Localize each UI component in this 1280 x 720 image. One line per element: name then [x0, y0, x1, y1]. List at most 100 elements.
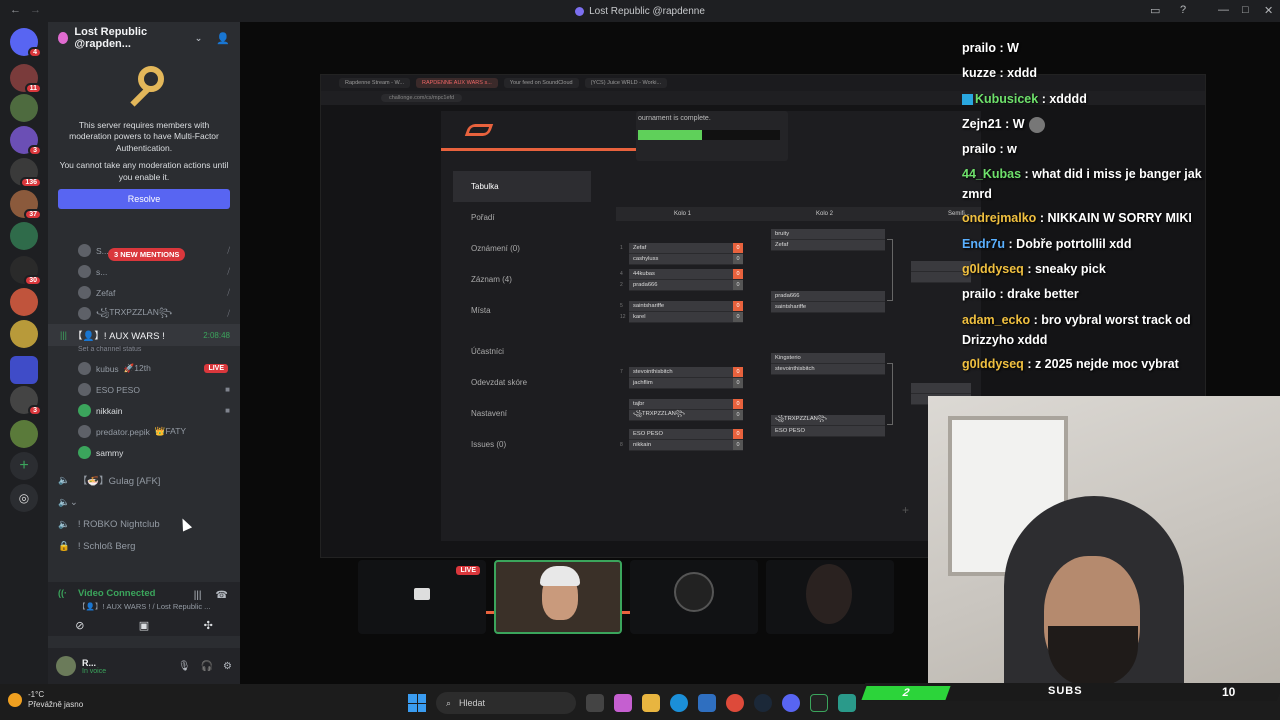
participant-tile[interactable]	[494, 560, 622, 634]
voice-member[interactable]: s... ⧸	[48, 261, 240, 282]
participant-face	[806, 564, 852, 624]
folder-icon[interactable]	[10, 356, 38, 384]
file-explorer-icon[interactable]	[642, 694, 660, 712]
bracket-player: Zefaf	[771, 240, 885, 251]
live-badge: LIVE	[204, 364, 228, 373]
bracket-match: ESO PESO 0 8 nikkain 0	[620, 429, 743, 451]
camera-off-icon[interactable]: ⊘	[75, 619, 84, 632]
close-icon[interactable]: ✕	[1264, 4, 1273, 17]
noise-suppression-icon[interactable]: |||	[194, 590, 202, 601]
windows-start-icon[interactable]	[408, 694, 426, 712]
voice-channel[interactable]: 🔈 【🍜】Gulag [AFK]	[48, 469, 240, 491]
discover-icon[interactable]: ◎	[10, 484, 38, 512]
participant-tile[interactable]	[766, 560, 894, 634]
help-icon[interactable]: ?	[1180, 4, 1186, 16]
gear-icon[interactable]: ⚙	[223, 661, 232, 672]
server-icon	[575, 6, 585, 16]
voice-channel[interactable]: 🔈⌄	[48, 491, 240, 513]
resolve-button[interactable]: Resolve	[58, 189, 230, 210]
forward-arrow-icon[interactable]: →	[30, 4, 41, 16]
screen-share-icon[interactable]: ▣	[139, 619, 149, 632]
edge-icon[interactable]	[670, 694, 688, 712]
participant-avatar	[674, 572, 714, 612]
temperature: -1°C	[28, 690, 45, 699]
discord-icon[interactable]	[782, 694, 800, 712]
bracket-player: ESO PESO 0	[629, 429, 743, 440]
channel-status[interactable]: Set a channel status	[48, 346, 240, 358]
bracket-connector	[887, 239, 893, 301]
invite-person-icon[interactable]: 👤	[216, 32, 230, 45]
server-icon[interactable]: 37	[10, 190, 42, 220]
tournament-progress: ournament is complete.	[636, 111, 788, 161]
server-icon[interactable]: 3	[10, 386, 42, 416]
bracket-player: 8 nikkain 0	[620, 440, 743, 451]
seed: 8	[620, 442, 623, 448]
store-icon[interactable]	[698, 694, 716, 712]
server-icon[interactable]	[10, 288, 38, 316]
voice-member[interactable]: predator.pepik 👑FATY	[48, 421, 240, 442]
back-arrow-icon[interactable]: ←	[10, 4, 21, 16]
server-icon[interactable]	[10, 94, 38, 122]
app-icon[interactable]	[810, 694, 828, 712]
voice-member[interactable]: ESO PESO ■	[48, 379, 240, 400]
voice-channel-path[interactable]: 【👤】! AUX WARS ! / Lost Republic ...	[58, 601, 230, 612]
add-server-icon[interactable]: +	[10, 452, 38, 480]
member-name: ESO PESO	[96, 384, 140, 395]
avatar[interactable]	[56, 656, 76, 676]
player-name: ESO PESO	[775, 428, 805, 434]
copilot-icon[interactable]	[614, 694, 632, 712]
chevron-down-icon[interactable]: ⌄	[195, 33, 203, 44]
key-icon	[120, 64, 168, 112]
server-icon[interactable]: 3	[10, 126, 42, 156]
task-view-icon[interactable]	[586, 694, 604, 712]
voice-channel-active[interactable]: ||| 【👤】! AUX WARS ! 2:08:48	[48, 324, 240, 346]
inbox-icon[interactable]: ▭	[1150, 4, 1160, 17]
score: 0	[733, 301, 743, 311]
discord-home-icon[interactable]: 4	[10, 28, 42, 58]
weather-widget[interactable]: -1°C Převážně jasno	[8, 690, 83, 710]
chrome-icon[interactable]	[726, 694, 744, 712]
disconnect-icon[interactable]: ☎	[216, 590, 228, 601]
headphones-icon[interactable]: 🎧	[201, 661, 213, 672]
server-icon[interactable]: 11	[10, 64, 42, 94]
server-icon[interactable]: 136	[10, 158, 42, 188]
player-name: prada666	[633, 282, 658, 288]
round-headers: Kolo 1 Kolo 2 Semifi...	[616, 207, 981, 221]
menu-item: Odevzdat skóre	[471, 378, 528, 387]
avatar	[78, 404, 91, 417]
beard	[1048, 626, 1138, 684]
voice-member[interactable]: nikkain ■	[48, 400, 240, 421]
bracket-player: bruity	[771, 229, 885, 240]
participant-tile[interactable]: LIVE	[358, 560, 486, 634]
voice-channel[interactable]: 🔒 ! Schloß Berg	[48, 535, 240, 557]
participant-tile[interactable]	[630, 560, 758, 634]
server-header[interactable]: Lost Republic @rapden... ⌄ 👤	[48, 22, 240, 54]
voice-channel[interactable]: 🔈 ! ROBKO Nightclub	[48, 513, 240, 535]
bracket-match: prada666 saintshariffe	[771, 291, 885, 313]
activities-icon[interactable]: ✣	[204, 619, 213, 632]
app-icon[interactable]	[838, 694, 856, 712]
score: 0	[733, 410, 743, 420]
avatar	[78, 446, 91, 459]
bracket-player: 2 prada666 0	[620, 280, 743, 291]
sun-icon	[8, 693, 22, 707]
voice-member[interactable]: sammy	[48, 442, 240, 463]
steam-icon[interactable]	[754, 694, 772, 712]
player-name: cashyluss	[633, 256, 659, 262]
taskbar-search[interactable]: ⌕ Hledat	[436, 692, 576, 714]
chat-message: Zejn21 : W	[962, 112, 1222, 137]
avatar	[78, 362, 91, 375]
server-icon[interactable]	[10, 320, 38, 348]
server-icon[interactable]	[10, 222, 38, 250]
voice-member[interactable]: ꧁TRXPZZLAN꧂ ⧸	[48, 303, 240, 324]
maximize-icon[interactable]: □	[1242, 4, 1249, 16]
minimize-icon[interactable]: —	[1218, 4, 1229, 16]
new-mentions-pill[interactable]: 3 NEW MENTIONS	[108, 248, 186, 261]
voice-member[interactable]: kubus 🚀12th LIVE	[48, 358, 240, 379]
microphone-icon[interactable]: 🎙	[178, 661, 191, 672]
avatar	[78, 307, 91, 320]
server-icon[interactable]	[10, 420, 38, 448]
signal-icon: ((·	[58, 588, 67, 598]
voice-member[interactable]: Zefaf ⧸	[48, 282, 240, 303]
server-icon[interactable]: 30	[10, 256, 42, 286]
